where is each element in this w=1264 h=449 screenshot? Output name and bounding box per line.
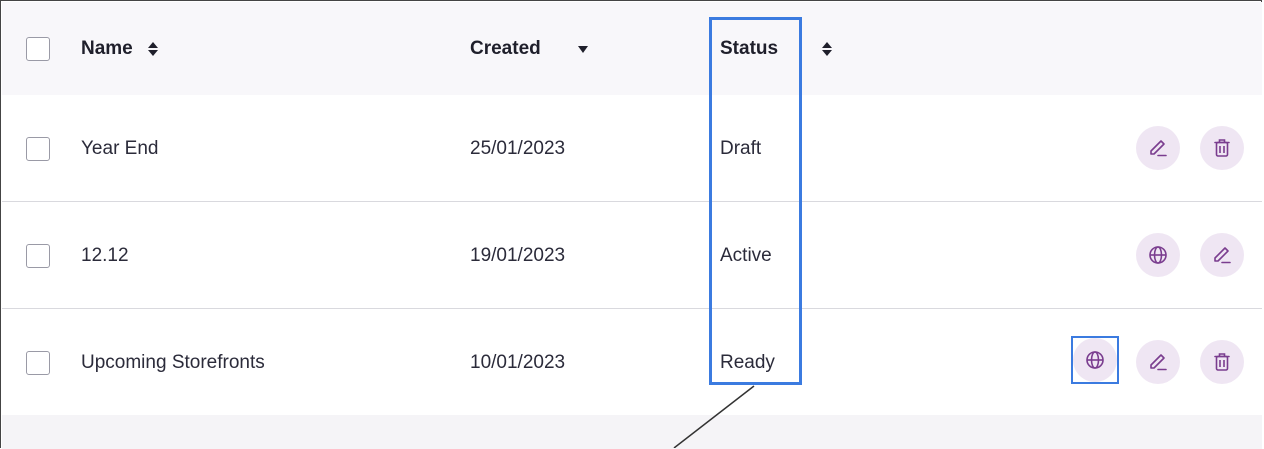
trash-icon [1214,353,1230,371]
globe-icon [1149,246,1167,264]
row-created: 25/01/2023 [470,138,566,159]
row-name: Upcoming Storefronts [81,352,265,373]
storefront-table: Name Created Status Year End 25/01/2023 … [0,0,1262,449]
table-header: Name Created Status [2,2,1262,95]
row-name: Year End [81,138,159,159]
row-created: 10/01/2023 [470,352,566,373]
row-checkbox[interactable] [26,244,50,268]
row-status: Ready [720,352,775,373]
edit-icon [1150,354,1167,371]
edit-button[interactable] [1136,126,1180,170]
edit-button[interactable] [1200,233,1244,277]
publish-button[interactable] [1136,233,1180,277]
column-header-created[interactable]: Created [470,38,541,60]
table-row: Upcoming Storefronts 10/01/2023 Ready [2,309,1262,415]
table-footer [2,415,1262,449]
delete-button[interactable] [1200,340,1244,384]
edit-icon [1214,247,1231,264]
globe-icon [1086,351,1104,369]
row-checkbox[interactable] [26,351,50,375]
edit-icon [1150,140,1167,157]
row-name: 12.12 [81,245,129,266]
table-row: Year End 25/01/2023 Draft [2,95,1262,202]
trash-icon [1214,139,1230,157]
sort-desc-icon[interactable] [576,45,590,54]
sort-icon[interactable] [146,40,160,58]
column-header-name[interactable]: Name [81,38,133,60]
delete-button[interactable] [1200,126,1244,170]
row-status: Draft [720,138,762,159]
row-created: 19/01/2023 [470,245,566,266]
sort-icon[interactable] [820,40,834,58]
select-all-checkbox[interactable] [26,37,50,61]
column-header-status[interactable]: Status [720,38,778,60]
row-status: Active [720,245,772,266]
edit-button[interactable] [1136,340,1180,384]
publish-button[interactable] [1073,338,1117,382]
row-checkbox[interactable] [26,137,50,161]
table-row: 12.12 19/01/2023 Active [2,202,1262,309]
